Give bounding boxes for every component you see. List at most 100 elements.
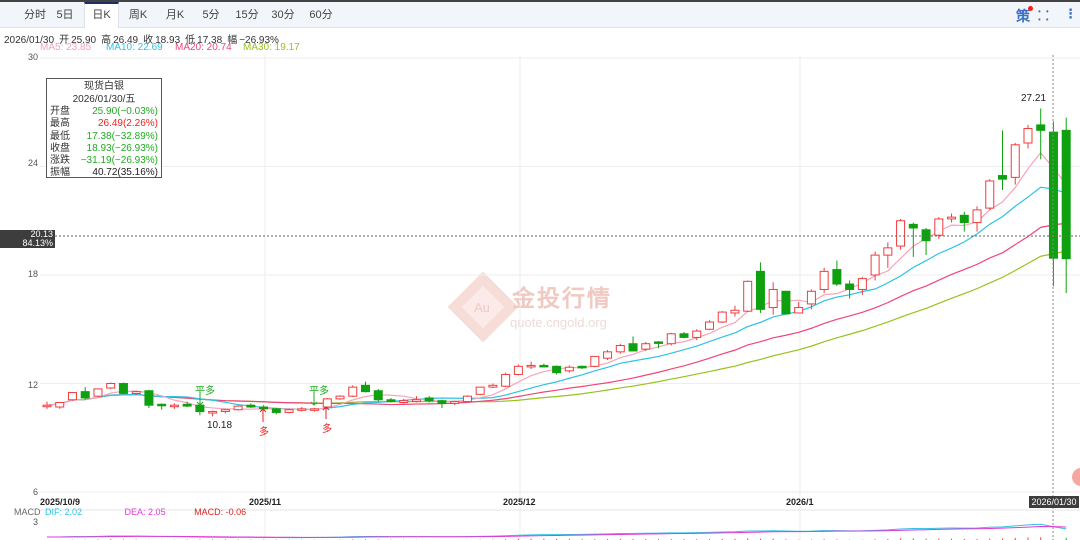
- candle-up: [399, 400, 409, 403]
- y-tick-30: 30: [27, 52, 38, 62]
- candle-down: [118, 383, 128, 394]
- candle-up: [985, 180, 995, 209]
- candle-up: [603, 351, 613, 359]
- candle-down: [959, 214, 969, 224]
- candle-up: [615, 345, 625, 353]
- candle-down: [539, 364, 549, 368]
- tooltip-row-close: 收盘 18.93(−26.93%): [50, 143, 158, 155]
- candle-up: [348, 386, 358, 397]
- candle-up: [284, 409, 294, 413]
- close-long-signal: 平多: [195, 386, 215, 397]
- candle-up: [131, 391, 141, 394]
- candle-down: [195, 404, 205, 413]
- candle-down: [908, 223, 918, 229]
- candle-up: [55, 401, 65, 408]
- tooltip-value: 40.72(35.16%): [92, 167, 158, 179]
- kline-chart[interactable]: [0, 0, 1080, 540]
- y-tick-18: 18: [27, 269, 38, 279]
- candle-up: [297, 408, 307, 411]
- max-price-label: 27.21: [1021, 93, 1047, 104]
- candle-down: [144, 390, 154, 406]
- tooltip-instrument: 现货白银: [84, 81, 124, 92]
- candle-up: [233, 405, 243, 411]
- candle-up: [870, 254, 880, 276]
- candle-down: [552, 365, 562, 374]
- candle-up: [896, 220, 906, 247]
- candle-down: [755, 270, 765, 310]
- macd-value: MACD: -0.06: [194, 507, 247, 517]
- tooltip-row-open: 开盘 25.90(−0.03%): [50, 106, 158, 118]
- x-tick-2025-11: 2025/11: [249, 497, 282, 507]
- candle-up: [590, 355, 600, 367]
- candle-down: [628, 343, 638, 352]
- candle-up: [972, 209, 982, 224]
- open-long-signal: 多: [322, 424, 332, 435]
- candle-up: [806, 290, 816, 305]
- candle-up: [883, 247, 893, 256]
- candle-up: [934, 218, 944, 236]
- candle-down: [921, 229, 931, 242]
- tooltip-value: 17.38(−32.89%): [86, 130, 158, 142]
- tooltip-row-low: 最低 17.38(−32.89%): [50, 131, 158, 143]
- candle-down: [259, 406, 269, 410]
- crosshair-percent: 84.13%: [22, 238, 53, 248]
- candle-up: [462, 395, 472, 403]
- candle-down: [998, 175, 1007, 180]
- tooltip-row-high: 最高 26.49(2.26%): [50, 118, 158, 130]
- tooltip-row-amplitude: 振幅 40.72(35.16%): [50, 167, 158, 179]
- tooltip-label: 涨跌: [50, 155, 70, 167]
- y-tick-6: 6: [32, 487, 38, 497]
- ma10-line: [46, 186, 1067, 411]
- tooltip-value: 26.49(2.26%): [97, 118, 158, 130]
- candle-up: [857, 278, 867, 290]
- candle-down: [424, 397, 434, 402]
- candle-down: [654, 341, 664, 344]
- x-tick-2025-10-9: 2025/10/9: [40, 497, 81, 507]
- candle-up: [42, 404, 52, 408]
- candle-down: [832, 269, 842, 285]
- macd-title: MACD: [14, 507, 41, 517]
- tooltip-label: 振幅: [50, 167, 70, 179]
- crosshair-date-label: 2026/01/30: [1029, 496, 1079, 508]
- candle-down: [361, 384, 370, 393]
- candle-up: [794, 307, 804, 314]
- candle-down: [781, 290, 791, 315]
- candle-up: [666, 333, 676, 345]
- open-long-signal: 多: [259, 427, 269, 438]
- candle-up: [947, 216, 957, 220]
- candle-up: [1010, 144, 1020, 178]
- candle-up: [704, 321, 714, 330]
- candle-up: [322, 398, 332, 408]
- tooltip-label: 最高: [50, 118, 70, 130]
- candle-down: [386, 399, 396, 403]
- candle-up: [717, 311, 727, 323]
- macd-dea: DEA: 2.05: [124, 507, 166, 517]
- x-tick-2026-1: 2026/1: [786, 497, 814, 507]
- candle-up: [169, 404, 179, 408]
- tooltip-row-change: 涨跌 −31.19(−26.93%): [50, 155, 158, 167]
- ohlc-tooltip: 现货白银 2026/01/30/五 开盘 25.90(−0.03%) 最高 26.4…: [46, 78, 162, 178]
- candle-up: [526, 364, 536, 368]
- x-tick-2025-12: 2025/12: [503, 497, 536, 507]
- candle-up: [310, 408, 320, 411]
- candle-up: [819, 270, 829, 290]
- crosshair-price-label: 20.13 84.13%: [0, 230, 55, 248]
- candle-up: [106, 383, 116, 389]
- tooltip-label: 开盘: [50, 106, 70, 117]
- macd-dif: DIF: 2.02: [45, 507, 83, 517]
- y-tick-24: 24: [27, 158, 38, 168]
- candle-down: [845, 283, 855, 290]
- macd-legend: MACD DIF: 2.02 DEA: 2.05 MACD: -0.06: [14, 507, 246, 517]
- candle-down: [157, 403, 167, 407]
- candle-down: [1061, 129, 1071, 260]
- min-price-label: 10.18: [207, 420, 233, 431]
- candle-up: [335, 395, 345, 400]
- candle-up: [692, 330, 702, 338]
- candle-down: [246, 404, 256, 408]
- candle-up: [501, 373, 511, 387]
- candle-down: [182, 403, 192, 407]
- candle-down: [271, 408, 281, 413]
- candle-down: [437, 400, 447, 404]
- candle-up: [67, 392, 77, 401]
- candle-up: [488, 384, 498, 388]
